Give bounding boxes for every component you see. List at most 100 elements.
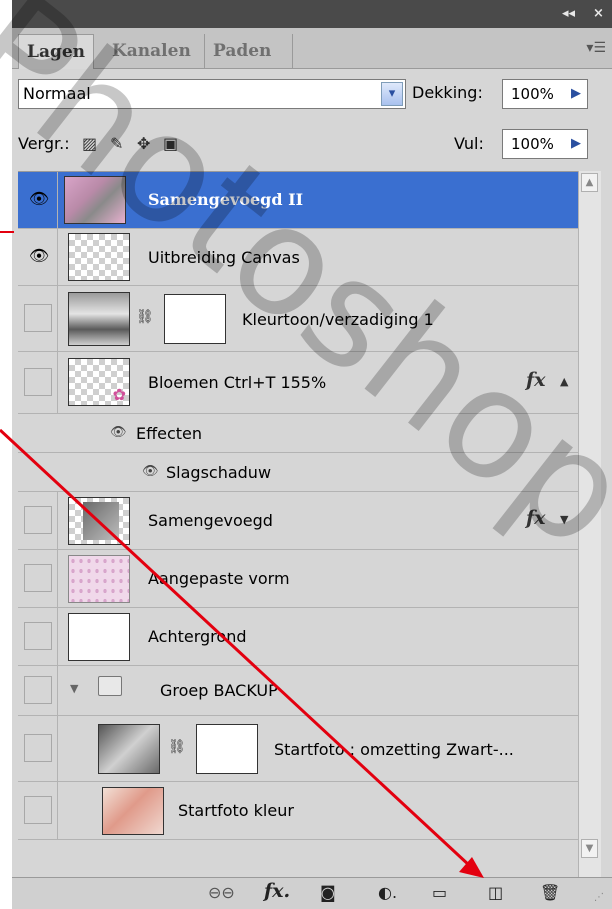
fill-field[interactable]: 100% ▶ bbox=[502, 129, 588, 159]
visibility-cell bbox=[20, 716, 58, 781]
layer-row-samengevoegd[interactable]: Samengevoegd fx ▼ bbox=[18, 492, 578, 550]
layer-name: Samengevoegd bbox=[148, 511, 273, 530]
layer-thumbnail: ✿ bbox=[68, 358, 130, 406]
layer-name: Aangepaste vorm bbox=[148, 569, 290, 588]
panel-titlebar: ◂◂ × bbox=[12, 0, 612, 28]
drop-shadow-effect-row[interactable]: 👁 Slagschaduw bbox=[18, 453, 578, 492]
delete-layer-trash-icon[interactable]: 🗑 bbox=[540, 883, 560, 903]
add-mask-icon[interactable]: ◙ bbox=[320, 883, 336, 903]
layer-mask-thumbnail bbox=[164, 294, 226, 344]
panel-menu-icon[interactable]: ▾☰ bbox=[586, 40, 606, 56]
layer-name: Uitbreiding Canvas bbox=[148, 248, 300, 267]
layer-row-bloemen[interactable]: ✿ Bloemen Ctrl+T 155% fx ▲ bbox=[18, 352, 578, 414]
layer-row-aangepaste-vorm[interactable]: Aangepaste vorm bbox=[18, 550, 578, 608]
new-adjustment-layer-icon[interactable]: ◐. bbox=[378, 883, 397, 903]
effects-row[interactable]: 👁 Effecten bbox=[18, 414, 578, 453]
blend-row: Normaal ▾ Dekking: 100% ▶ bbox=[12, 69, 612, 119]
layer-effects-fx-icon[interactable]: fx bbox=[526, 369, 546, 391]
visibility-toggle[interactable] bbox=[24, 304, 52, 332]
tab-lagen[interactable]: Lagen bbox=[18, 34, 95, 69]
expand-group-triangle-icon[interactable]: ▼ bbox=[70, 682, 78, 695]
lock-image-brush-icon[interactable]: ✎ bbox=[110, 136, 123, 152]
layer-thumbnail bbox=[98, 724, 160, 774]
layer-row-startfoto-kleur[interactable]: Startfoto kleur bbox=[18, 782, 578, 840]
lock-transparency-icon[interactable]: ▨ bbox=[82, 136, 97, 152]
layer-thumbnail bbox=[68, 233, 130, 281]
eye-icon[interactable]: 👁 bbox=[25, 185, 53, 213]
scroll-up-icon[interactable]: ▲ bbox=[581, 173, 598, 192]
visibility-cell bbox=[20, 782, 58, 839]
blend-mode-value: Normaal bbox=[23, 84, 91, 103]
panel-bottom-toolbar: ⊖⊖ fx. ◙ ◐. ▭ ◫ 🗑 ⋰ bbox=[12, 877, 612, 909]
lock-position-move-icon[interactable]: ✥ bbox=[137, 136, 150, 152]
visibility-cell bbox=[20, 352, 58, 413]
collapse-panel-button[interactable]: ◂◂ bbox=[562, 6, 575, 22]
layer-name: Bloemen Ctrl+T 155% bbox=[148, 373, 327, 392]
opacity-field[interactable]: 100% ▶ bbox=[502, 79, 588, 109]
eye-icon[interactable]: 👁 bbox=[110, 425, 127, 440]
layer-list: 👁 Samengevoegd II 👁 Uitbreiding Canvas ⛓… bbox=[18, 171, 578, 878]
lock-row: Vergr.: ▨ ✎ ✥ ▣ Vul: 100% ▶ bbox=[12, 119, 612, 169]
visibility-toggle[interactable] bbox=[24, 368, 52, 396]
visibility-cell: 👁 bbox=[20, 172, 58, 228]
new-group-folder-icon[interactable]: ▭ bbox=[432, 883, 447, 903]
link-layers-icon[interactable]: ⊖⊖ bbox=[208, 883, 235, 903]
blend-mode-select[interactable]: Normaal ▾ bbox=[18, 79, 406, 109]
lock-all-padlock-icon[interactable]: ▣ bbox=[163, 136, 178, 152]
layer-row-samengevoegd-ii[interactable]: 👁 Samengevoegd II bbox=[18, 172, 578, 229]
opacity-slider-arrow-icon[interactable]: ▶ bbox=[565, 80, 587, 108]
link-chain-icon[interactable]: ⛓ bbox=[136, 309, 154, 325]
layer-thumbnail bbox=[68, 497, 130, 545]
layer-effects-fx-icon[interactable]: fx bbox=[526, 507, 546, 529]
fill-slider-arrow-icon[interactable]: ▶ bbox=[565, 130, 587, 158]
lock-label: Vergr.: bbox=[18, 134, 70, 153]
visibility-cell: 👁 bbox=[20, 229, 58, 285]
eye-icon[interactable]: 👁 bbox=[142, 464, 159, 479]
visibility-toggle[interactable] bbox=[24, 796, 52, 824]
chevron-down-icon[interactable]: ▾ bbox=[381, 82, 403, 106]
layer-name: Groep BACKUP bbox=[160, 681, 278, 700]
expand-effects-arrow-icon[interactable]: ▼ bbox=[560, 513, 568, 526]
layer-mask-thumbnail bbox=[196, 724, 258, 774]
visibility-cell bbox=[20, 666, 58, 715]
adjustment-hue-saturation-icon bbox=[68, 292, 130, 346]
layer-row-kleurtoon-verzadiging[interactable]: ⛓ Kleurtoon/verzadiging 1 bbox=[18, 286, 578, 352]
layer-thumbnail bbox=[68, 555, 130, 603]
layer-row-uitbreiding-canvas[interactable]: 👁 Uitbreiding Canvas bbox=[18, 229, 578, 286]
close-panel-button[interactable]: × bbox=[593, 6, 604, 22]
visibility-toggle[interactable] bbox=[24, 676, 52, 704]
layer-thumbnail bbox=[64, 176, 126, 224]
resize-grip-icon[interactable]: ⋰ bbox=[594, 888, 604, 908]
layer-name: Kleurtoon/verzadiging 1 bbox=[242, 310, 434, 329]
layer-name: Startfoto : omzetting Zwart-... bbox=[274, 740, 514, 759]
layer-row-achtergrond[interactable]: Achtergrond bbox=[18, 608, 578, 666]
layer-name: Startfoto kleur bbox=[178, 801, 294, 820]
visibility-toggle[interactable] bbox=[24, 564, 52, 592]
layer-name: Samengevoegd II bbox=[148, 190, 304, 209]
layer-row-startfoto-omzetting[interactable]: ⛓ Startfoto : omzetting Zwart-... bbox=[18, 716, 578, 782]
link-chain-icon[interactable]: ⛓ bbox=[168, 739, 186, 755]
layer-thumbnail bbox=[68, 613, 130, 661]
visibility-cell bbox=[20, 608, 58, 665]
tab-kanalen[interactable]: Kanalen bbox=[104, 34, 205, 68]
add-layer-style-fx-icon[interactable]: fx. bbox=[264, 881, 290, 901]
eye-icon[interactable]: 👁 bbox=[25, 242, 53, 270]
tab-paden[interactable]: Paden bbox=[205, 34, 293, 68]
new-layer-icon[interactable]: ◫ bbox=[488, 883, 503, 903]
group-row-backup[interactable]: ▼ Groep BACKUP bbox=[18, 666, 578, 716]
visibility-toggle[interactable] bbox=[24, 506, 52, 534]
visibility-cell bbox=[20, 492, 58, 549]
drop-shadow-label: Slagschaduw bbox=[166, 463, 272, 482]
opacity-label: Dekking: bbox=[412, 83, 483, 102]
layer-list-scrollbar[interactable]: ▲ ▼ bbox=[578, 171, 601, 877]
panel-tabs: Lagen Kanalen Paden ▾☰ bbox=[12, 28, 612, 69]
visibility-cell bbox=[20, 286, 58, 351]
scroll-down-icon[interactable]: ▼ bbox=[581, 839, 598, 858]
collapse-effects-arrow-icon[interactable]: ▲ bbox=[560, 375, 568, 388]
fill-label: Vul: bbox=[454, 134, 484, 153]
visibility-toggle[interactable] bbox=[24, 734, 52, 762]
flower-icon: ✿ bbox=[112, 385, 126, 404]
opacity-value: 100% bbox=[511, 85, 554, 103]
visibility-toggle[interactable] bbox=[24, 622, 52, 650]
fill-value: 100% bbox=[511, 135, 554, 153]
